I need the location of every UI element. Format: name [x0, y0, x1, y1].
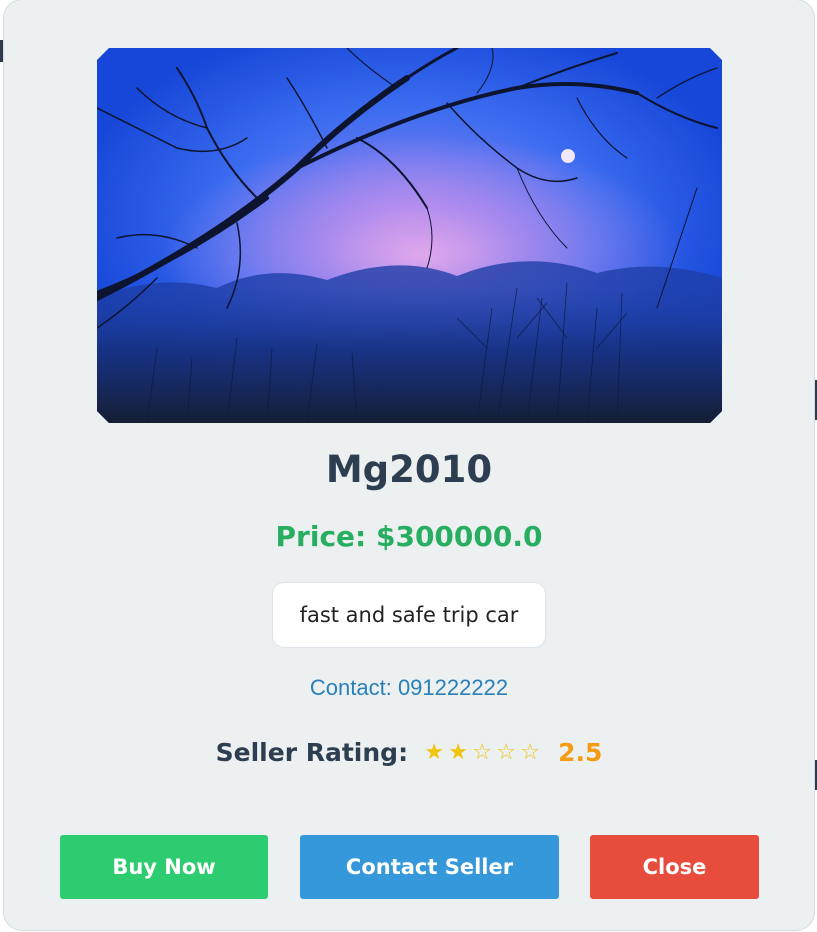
star-icon: ★	[448, 740, 468, 765]
product-price: Price: $300000.0	[275, 520, 543, 553]
description-text: fast and safe trip car	[299, 603, 519, 627]
product-modal: Mg2010 Price: $300000.0 fast and safe tr…	[4, 0, 814, 930]
product-description: fast and safe trip car	[272, 582, 546, 648]
rating-stars: ★ ★ ☆ ☆ ☆	[422, 740, 542, 765]
star-outline-icon: ☆	[496, 740, 516, 765]
buy-now-button[interactable]: Buy Now	[60, 835, 268, 899]
star-icon: ★	[424, 740, 444, 765]
star-outline-icon: ☆	[520, 740, 540, 765]
tree-silhouette-image	[97, 48, 722, 423]
seller-rating: Seller Rating: ★ ★ ☆ ☆ ☆ 2.5	[4, 738, 814, 767]
product-title: Mg2010	[325, 448, 493, 491]
rating-label: Seller Rating:	[215, 738, 409, 767]
contact-seller-button[interactable]: Contact Seller	[300, 835, 559, 899]
close-button[interactable]: Close	[590, 835, 759, 899]
star-outline-icon: ☆	[472, 740, 492, 765]
contact-info: Contact: 091222222	[309, 675, 509, 700]
product-image	[97, 48, 722, 423]
rating-value: 2.5	[558, 738, 603, 767]
